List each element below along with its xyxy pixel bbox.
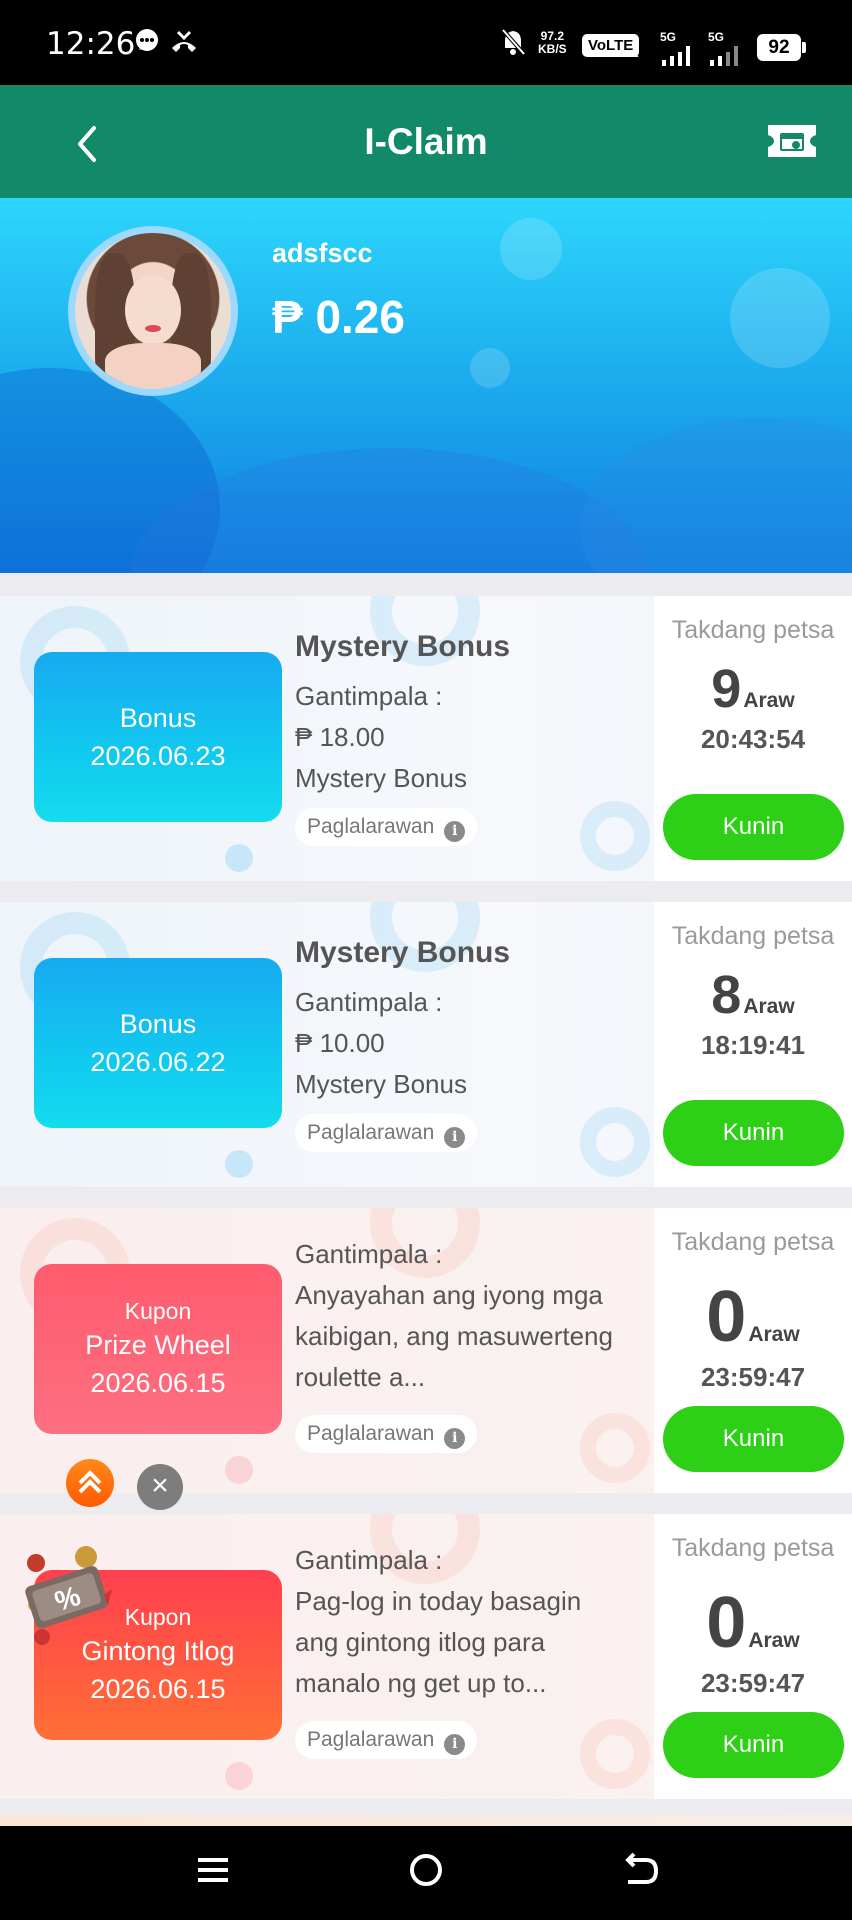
description-tag[interactable]: Paglalarawan i — [295, 1114, 478, 1152]
countdown-timer: 23:59:47 — [700, 1362, 806, 1392]
signal-bars-icon — [662, 46, 690, 66]
avatar[interactable] — [68, 226, 238, 396]
volte-badge: VoLTE — [582, 34, 640, 57]
decor-dot — [225, 1762, 253, 1790]
deadline-panel: Takdang petsa 9Araw 20:43:54 Kunin — [654, 596, 852, 881]
claim-button[interactable]: Kunin — [663, 1100, 844, 1166]
card-title: Mystery Bonus — [295, 630, 511, 663]
deadline-panel: Takdang petsa 8Araw 18:19:41 Kunin — [654, 902, 852, 1187]
claim-button[interactable]: Kunin — [663, 1712, 844, 1778]
claim-button[interactable]: Kunin — [663, 794, 844, 860]
sim-indicator: 12 — [632, 32, 639, 60]
deadline-label: Takdang petsa — [671, 1228, 835, 1256]
chat-bubble-icon — [136, 29, 158, 51]
deadline-label: Takdang petsa — [671, 616, 835, 644]
decor-dot — [225, 1150, 253, 1178]
info-icon: i — [444, 1734, 466, 1755]
reward-description: Mystery Bonus — [295, 1069, 467, 1099]
bonus-tile: Bonus 2026.06.23 — [34, 652, 282, 822]
missed-call-icon — [172, 30, 196, 52]
status-time: 12:26 — [46, 26, 136, 62]
info-icon: i — [444, 1127, 466, 1148]
days-remaining: 9Araw — [711, 659, 795, 719]
balance-amount: ₱ 0.26 — [272, 291, 405, 343]
days-remaining: 8Araw — [711, 965, 795, 1025]
countdown-timer: 18:19:41 — [700, 1030, 806, 1060]
coupon-card: Kupon Prize Wheel 2026.06.15 Gantimpala : … — [0, 1208, 852, 1493]
double-chevron-up-icon[interactable] — [66, 1459, 114, 1507]
info-icon: i — [444, 1428, 466, 1449]
signal-bars-icon — [710, 46, 738, 66]
countdown-timer: 20:43:54 — [700, 724, 806, 754]
reward-value: ₱ 18.00 — [295, 722, 385, 752]
system-nav-bar — [0, 1826, 852, 1920]
decor-bubble — [500, 218, 562, 280]
decor-ring — [580, 801, 650, 871]
reward-description: Mystery Bonus — [295, 763, 467, 793]
next-card-edge — [0, 1815, 852, 1826]
coupon-tile: Kupon Prize Wheel 2026.06.15 — [34, 1264, 282, 1434]
deadline-label: Takdang petsa — [671, 922, 835, 950]
info-icon: i — [444, 821, 466, 842]
network-speed: 97.2 KB/S — [538, 29, 567, 56]
deadline-panel: Takdang petsa 0Araw 23:59:47 Kunin — [654, 1208, 852, 1493]
bonus-tile: Bonus 2026.06.22 — [34, 958, 282, 1128]
reward-card: Bonus 2026.06.22 Mystery Bonus Gantimpala… — [0, 902, 852, 1187]
decor-bubble — [730, 268, 830, 368]
reward-card: Bonus 2026.06.23 Mystery Bonus Gantimpala… — [0, 596, 852, 881]
username: adsfscc — [272, 238, 373, 268]
status-bar: 12:26 97.2 KB/S VoLTE 12 5G 5G 92 — [0, 0, 852, 85]
reward-description: Anyayahan ang iyong mga kaibigan, ang ma… — [295, 1280, 613, 1392]
battery-indicator: 92 — [757, 34, 806, 61]
home-icon[interactable] — [406, 1848, 446, 1892]
days-remaining: 0Araw — [706, 1277, 800, 1357]
reward-value: ₱ 10.00 — [295, 1028, 385, 1058]
ticket-calendar-icon[interactable] — [766, 123, 818, 159]
claim-button[interactable]: Kunin — [663, 1406, 844, 1472]
decor-ring — [580, 1719, 650, 1789]
description-tag[interactable]: Paglalarawan i — [295, 1721, 478, 1759]
decor-dot — [225, 1456, 253, 1484]
days-remaining: 0Araw — [706, 1583, 800, 1663]
profile-banner: adsfscc ₱ 0.26 — [0, 198, 852, 573]
page-title: I-Claim — [364, 121, 488, 162]
deadline-label: Takdang petsa — [671, 1534, 835, 1562]
description-tag[interactable]: Paglalarawan i — [295, 1415, 478, 1453]
app-header: I-Claim — [0, 85, 852, 198]
signal-5g-1: 5G — [660, 30, 696, 71]
reward-label: Gantimpala : — [295, 1239, 443, 1269]
countdown-timer: 23:59:47 — [700, 1668, 806, 1698]
reward-description: Pag-log in today basagin ang gintong itl… — [295, 1586, 582, 1698]
decor-dot — [225, 844, 253, 872]
decor-wave — [580, 418, 852, 573]
decor-ring — [580, 1107, 650, 1177]
description-tag[interactable]: Paglalarawan i — [295, 808, 478, 846]
card-title: Mystery Bonus — [295, 936, 511, 969]
mute-bell-icon — [501, 28, 526, 56]
percent-coupon-icon[interactable]: % — [22, 1545, 112, 1645]
reward-label: Gantimpala : — [295, 681, 443, 711]
menu-icon[interactable] — [196, 1848, 230, 1892]
decor-ring — [580, 1413, 650, 1483]
signal-5g-2: 5G — [708, 30, 744, 71]
reward-label: Gantimpala : — [295, 987, 443, 1017]
back-icon[interactable] — [620, 1848, 660, 1892]
decor-bubble — [470, 348, 510, 388]
close-icon[interactable]: × — [137, 1464, 183, 1510]
deadline-panel: Takdang petsa 0Araw 23:59:47 Kunin — [654, 1514, 852, 1799]
reward-label: Gantimpala : — [295, 1545, 443, 1575]
coupon-card: Kupon Gintong Itlog 2026.06.15 Gantimpala … — [0, 1514, 852, 1799]
